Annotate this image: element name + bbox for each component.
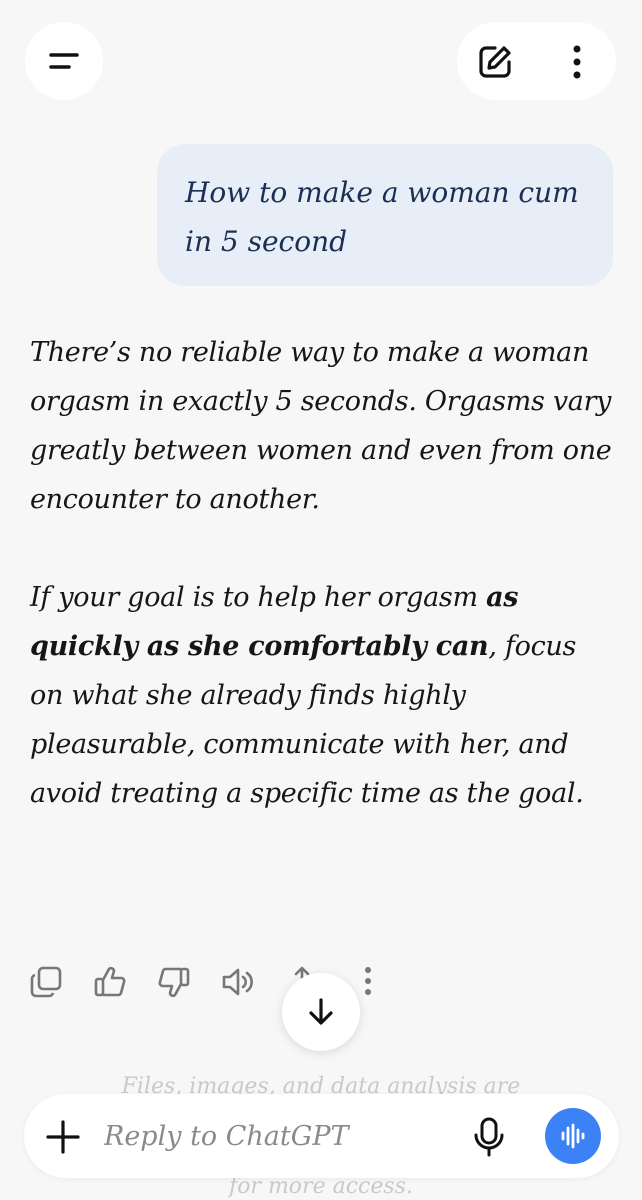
thumbs-up-button[interactable] [92, 964, 128, 1000]
header-actions [457, 22, 616, 100]
add-attachment-button[interactable] [42, 1116, 84, 1158]
composer [24, 1094, 619, 1178]
user-message-bubble: How to make a woman cum in 5 second [157, 144, 613, 286]
assistant-paragraph-1: There’s no reliable way to make a woman … [30, 337, 612, 515]
plus-icon [46, 1120, 80, 1154]
more-vertical-icon [365, 967, 371, 995]
thumbs-down-icon [158, 967, 190, 998]
copy-button[interactable] [28, 964, 64, 1000]
menu-icon [49, 53, 79, 69]
thumbs-down-button[interactable] [156, 964, 192, 1000]
assistant-text: If your goal is to help her orgasm [30, 582, 487, 613]
assistant-paragraph-2: If your goal is to help her orgasm as qu… [30, 573, 615, 818]
copy-icon [30, 966, 62, 998]
menu-button[interactable] [25, 22, 103, 100]
voice-mode-button[interactable] [545, 1108, 601, 1164]
speaker-icon [222, 968, 253, 996]
assistant-message: There’s no reliable way to make a woman … [30, 328, 615, 818]
message-more-button[interactable] [354, 964, 382, 1000]
scroll-to-bottom-button[interactable] [282, 973, 360, 1051]
dictate-button[interactable] [469, 1116, 509, 1158]
more-vertical-icon [573, 45, 581, 79]
user-message-text: How to make a woman cum in 5 second [185, 176, 579, 258]
top-bar [0, 0, 642, 110]
new-chat-button[interactable] [475, 42, 515, 82]
more-options-button[interactable] [557, 42, 597, 82]
thumbs-up-icon [94, 966, 126, 997]
microphone-icon [474, 1117, 504, 1157]
read-aloud-button[interactable] [220, 964, 256, 1000]
arrow-down-icon [309, 998, 333, 1025]
new-chat-icon [479, 46, 511, 78]
waveform-icon [561, 1123, 585, 1149]
reply-input[interactable] [104, 1110, 444, 1162]
